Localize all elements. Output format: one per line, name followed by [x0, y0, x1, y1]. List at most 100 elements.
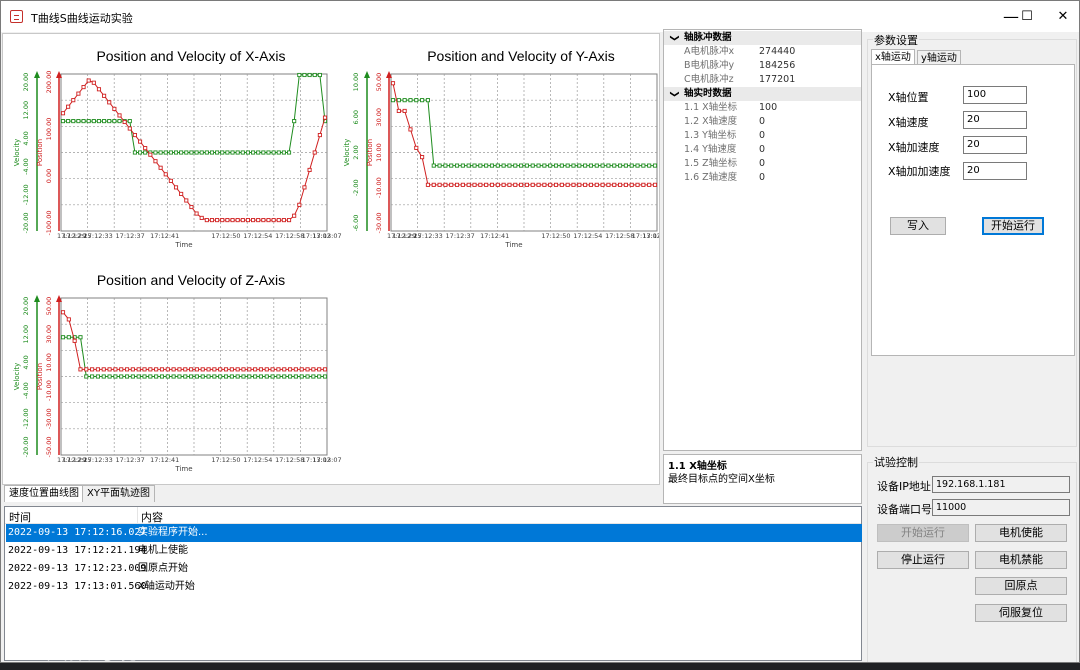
ip-input[interactable]: 192.168.1.181 [932, 476, 1070, 493]
data-point [641, 182, 646, 187]
tree-item[interactable]: 1.5 Z轴坐标 0 [664, 157, 861, 171]
time-tick-label: 17:12:58 [275, 232, 304, 240]
chevron-down-icon[interactable]: ❯ [667, 90, 681, 98]
data-point [183, 374, 188, 379]
data-point [307, 72, 312, 78]
log-row[interactable]: 2022-09-13 17:12:21.194 电机上使能 [6, 542, 862, 560]
position-tick-label: -10.00 [45, 380, 53, 401]
tree-item[interactable]: 1.2 X轴速度 0 [664, 115, 861, 129]
data-point [119, 374, 124, 379]
data-point [76, 91, 81, 96]
data-point [282, 367, 287, 372]
x-acceleration-input[interactable]: 20 [963, 136, 1027, 154]
tree-value: 184256 [759, 60, 796, 71]
port-input[interactable]: 11000 [932, 499, 1070, 516]
data-point [154, 367, 159, 372]
log-col-time[interactable]: 时间 [9, 509, 31, 525]
tree-item[interactable]: 1.3 Y轴坐标 0 [664, 129, 861, 143]
write-button[interactable]: 写入 [890, 217, 946, 235]
tree-item[interactable]: 1.6 Z轴速度 0 [664, 171, 861, 185]
tree-value: 0 [759, 158, 766, 169]
data-point [60, 111, 66, 116]
data-point [431, 163, 436, 168]
data-point [501, 163, 506, 168]
data-point [390, 98, 396, 103]
data-point [154, 374, 159, 379]
property-grid[interactable]: ❯ 轴脉冲数据 A电机脉冲x 274440 B电机脉冲y 184256 C电机脉冲z… [663, 29, 862, 451]
data-point [618, 182, 623, 187]
home-button[interactable]: 回原点 [975, 577, 1067, 595]
data-point [647, 163, 652, 168]
data-point [142, 367, 147, 372]
tree-group-realtime[interactable]: ❯ 轴实时数据 [664, 87, 861, 101]
tab-velocity-position-chart[interactable]: 速度位置曲线图 [4, 485, 84, 502]
x-position-input[interactable]: 100 [963, 86, 1027, 104]
velocity-tick-label: -6.00 [352, 215, 360, 232]
time-tick-label: 17:12:58 [275, 456, 304, 464]
tree-item[interactable]: 1.4 Y轴速度 0 [664, 143, 861, 157]
data-point [194, 211, 199, 216]
x-jerk-input[interactable]: 20 [963, 162, 1027, 180]
log-col-content[interactable]: 内容 [141, 509, 163, 525]
data-point [117, 119, 122, 124]
start-run-button[interactable]: 开始运行 [877, 524, 969, 542]
log-row[interactable]: 2022-09-13 17:12:16.027 实验程序开始... [6, 524, 862, 542]
tree-key: 1.2 X轴速度 [684, 116, 738, 127]
data-point [466, 182, 471, 187]
data-point [148, 152, 153, 157]
servo-reset-button[interactable]: 伺服复位 [975, 604, 1067, 622]
data-point [90, 374, 95, 379]
tree-item[interactable]: C电机脉冲z 177201 [664, 73, 861, 87]
data-point [600, 163, 605, 168]
data-point [148, 367, 153, 372]
data-point [484, 163, 489, 168]
data-point [402, 108, 407, 113]
stop-run-button[interactable]: 停止运行 [877, 551, 969, 569]
tab-xy-trajectory[interactable]: XY平面轨迹图 [82, 485, 155, 502]
axis-run-button[interactable]: 开始运行 [982, 217, 1044, 235]
data-point [402, 98, 407, 103]
data-point [264, 367, 269, 372]
data-point [266, 218, 271, 223]
tree-value: 100 [759, 102, 778, 113]
data-point [251, 150, 256, 155]
x-position-label: X轴位置 [888, 91, 929, 104]
data-point [420, 98, 425, 103]
data-point [495, 182, 500, 187]
data-point [194, 374, 199, 379]
data-point [513, 163, 518, 168]
data-point [96, 87, 102, 92]
data-point [553, 182, 559, 187]
tree-item[interactable]: B电机脉冲y 184256 [664, 59, 861, 73]
port-label: 设备端口号 [877, 503, 932, 516]
params-group-title: 参数设置 [873, 32, 919, 48]
close-button[interactable]: ✕ [1041, 3, 1079, 31]
velocity-axis-arrow [34, 71, 40, 78]
data-point [117, 113, 122, 118]
x-speed-input[interactable]: 20 [963, 111, 1027, 129]
tree-group-pulse[interactable]: ❯ 轴脉冲数据 [664, 31, 861, 45]
log-row[interactable]: 2022-09-13 17:12:23.009 回原点开始 [6, 560, 862, 578]
data-point [305, 374, 310, 379]
velocity-tick-label: 6.00 [352, 110, 360, 124]
tree-group-label: 轴脉冲数据 [684, 32, 732, 43]
tree-item[interactable]: A电机脉冲x 274440 [664, 45, 861, 59]
data-point [130, 367, 135, 372]
data-point [266, 150, 271, 155]
data-point [276, 150, 281, 155]
chevron-down-icon[interactable]: ❯ [667, 34, 681, 42]
data-point [235, 218, 240, 223]
tree-value: 177201 [759, 74, 796, 85]
log-row[interactable]: 2022-09-13 17:13:01.560 X轴运动开始 [6, 578, 862, 596]
velocity-tick-label: 10.00 [352, 73, 360, 92]
motor-disable-button[interactable]: 电机禁能 [975, 551, 1067, 569]
data-point [311, 367, 316, 372]
data-point [276, 374, 281, 379]
time-tick-label: 17:12:41 [480, 232, 509, 240]
data-point [286, 150, 292, 155]
data-point [184, 198, 189, 203]
data-point [143, 150, 148, 155]
tree-item[interactable]: 1.1 X轴坐标 100 [664, 101, 861, 115]
velocity-tick-label: -12.00 [22, 184, 30, 205]
motor-enable-button[interactable]: 电机使能 [975, 524, 1067, 542]
